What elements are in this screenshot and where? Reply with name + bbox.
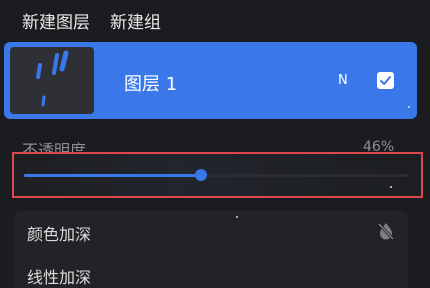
layers-toolbar: 新建图层 新建组 (0, 0, 430, 40)
checkmark-icon (380, 76, 391, 85)
opacity-slider[interactable] (24, 169, 409, 181)
layer-thumbnail[interactable] (10, 47, 94, 114)
layer-blend-mode[interactable]: N (338, 73, 348, 88)
layer-row[interactable]: 图层 1 N (4, 42, 417, 119)
edge-dot (390, 186, 392, 188)
layer-visibility-checkbox[interactable] (377, 72, 394, 89)
brush-strokes-thumbnail-icon (36, 50, 69, 107)
new-group-button[interactable]: 新建组 (110, 8, 161, 33)
water-drop-off-icon[interactable] (376, 221, 396, 241)
opacity-slider-handle[interactable] (195, 169, 208, 181)
blend-mode-color-burn[interactable]: 颜色加深 (27, 221, 91, 245)
new-layer-button[interactable]: 新建图层 (22, 8, 90, 33)
row-edge-dot (408, 106, 410, 108)
blend-mode-list: 颜色加深 线性加深 (14, 211, 408, 288)
blend-mode-linear-burn[interactable]: 线性加深 (27, 264, 91, 288)
opacity-slider-highlight (12, 152, 423, 198)
edge-dot (236, 216, 238, 218)
opacity-slider-fill (24, 174, 202, 177)
layer-name[interactable]: 图层 1 (124, 70, 177, 96)
